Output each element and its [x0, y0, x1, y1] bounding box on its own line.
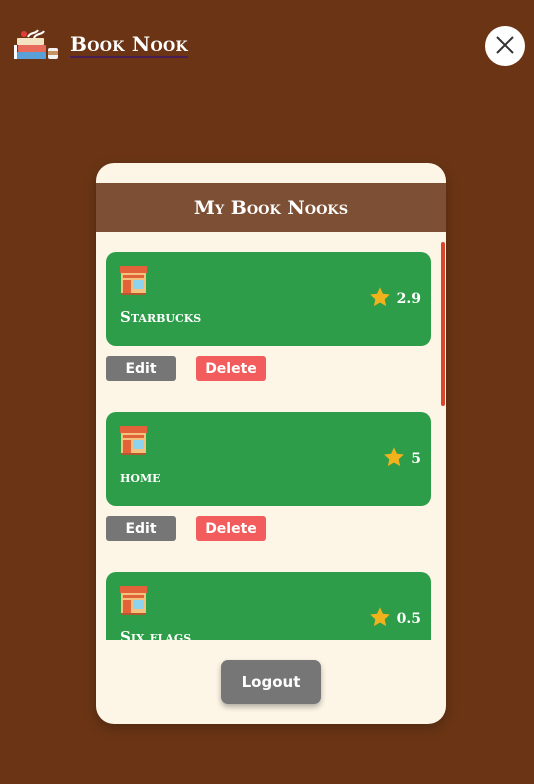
- delete-button[interactable]: Delete: [196, 516, 266, 541]
- brand[interactable]: Book Nook: [14, 28, 188, 62]
- delete-button[interactable]: Delete: [196, 356, 266, 381]
- nook-item: home 5 Edit Delete: [106, 412, 431, 542]
- close-button[interactable]: [485, 26, 525, 66]
- modal-header: My Book Nooks: [96, 183, 446, 232]
- nook-name: Starbucks: [120, 308, 202, 326]
- nook-actions: Edit Delete: [106, 356, 431, 382]
- nook-list[interactable]: Starbucks 2.9 Edit Delete home 5 Edit De…: [96, 242, 446, 640]
- nook-actions: Edit Delete: [106, 516, 431, 542]
- close-icon: [495, 35, 515, 58]
- nook-name: Six flags: [120, 628, 192, 640]
- brand-name: Book Nook: [70, 31, 188, 58]
- nook-card-home[interactable]: home 5: [106, 412, 431, 506]
- shop-icon: [120, 426, 147, 455]
- nook-name: home: [120, 468, 161, 486]
- nook-rating: 2.9: [369, 286, 421, 312]
- books-coffee-icon: [14, 28, 62, 62]
- nook-item: Six flags 0.5: [106, 572, 431, 640]
- nook-card-starbucks[interactable]: Starbucks 2.9: [106, 252, 431, 346]
- modal-title: My Book Nooks: [193, 196, 349, 219]
- nook-rating: 0.5: [369, 606, 421, 632]
- shop-icon: [120, 586, 147, 615]
- star-icon: [369, 286, 391, 312]
- edit-button[interactable]: Edit: [106, 356, 176, 381]
- nook-card-six-flags[interactable]: Six flags 0.5: [106, 572, 431, 640]
- star-icon: [369, 606, 391, 632]
- shop-icon: [120, 266, 147, 295]
- nook-rating: 5: [383, 446, 421, 472]
- logout-button[interactable]: Logout: [221, 660, 321, 704]
- my-nooks-modal: My Book Nooks Starbucks 2.9 Edit Delete …: [96, 163, 446, 724]
- rating-value: 0.5: [396, 611, 421, 627]
- scrollbar[interactable]: [441, 242, 445, 406]
- edit-button[interactable]: Edit: [106, 516, 176, 541]
- nook-item: Starbucks 2.9 Edit Delete: [106, 252, 431, 382]
- star-icon: [383, 446, 405, 472]
- rating-value: 5: [411, 451, 421, 467]
- rating-value: 2.9: [396, 291, 421, 307]
